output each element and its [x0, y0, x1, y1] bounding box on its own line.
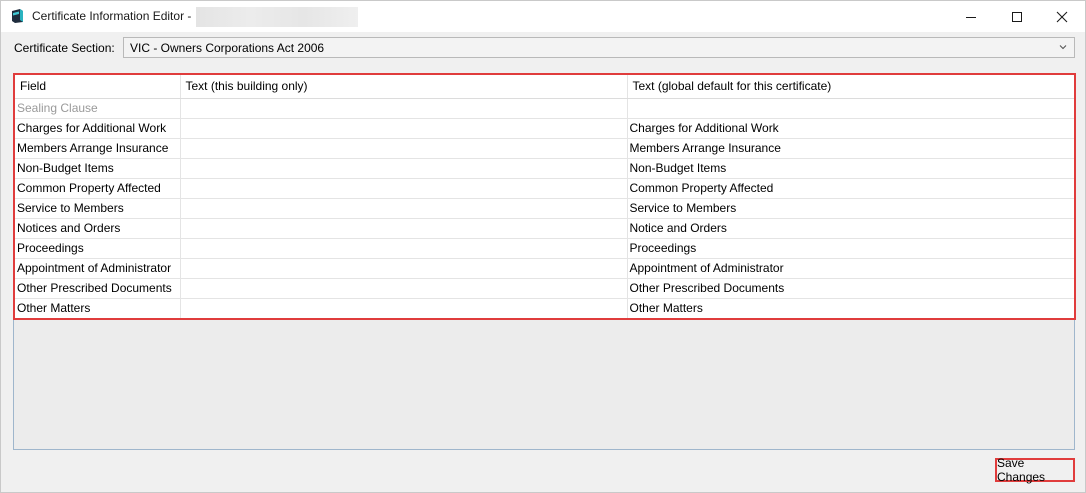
- close-button[interactable]: [1039, 1, 1085, 32]
- column-header-field[interactable]: Field: [15, 75, 181, 99]
- window-title: Certificate Information Editor -: [32, 9, 192, 23]
- redacted-title-part: [196, 7, 358, 27]
- field-cell[interactable]: Common Property Affected: [15, 178, 181, 199]
- building-text-cell[interactable]: [180, 298, 628, 319]
- editor-window: Certificate Information Editor - Certifi…: [0, 0, 1086, 493]
- minimize-icon: [966, 16, 976, 18]
- table-row[interactable]: Members Arrange Insurance Members Arrang…: [15, 138, 1075, 159]
- field-cell[interactable]: Service to Members: [15, 198, 181, 219]
- building-text-cell[interactable]: [180, 218, 628, 239]
- field-cell[interactable]: Other Matters: [15, 298, 181, 319]
- field-cell[interactable]: Members Arrange Insurance: [15, 138, 181, 159]
- building-text-cell[interactable]: [180, 138, 628, 159]
- global-text-cell[interactable]: Charges for Additional Work: [627, 118, 1075, 139]
- building-text-cell[interactable]: [180, 98, 628, 119]
- close-icon: [1056, 11, 1068, 22]
- global-text-cell[interactable]: Non-Budget Items: [627, 158, 1075, 179]
- save-changes-label: Save Changes: [997, 456, 1046, 484]
- building-text-cell[interactable]: [180, 238, 628, 259]
- building-text-cell[interactable]: [180, 178, 628, 199]
- global-text-cell[interactable]: Common Property Affected: [627, 178, 1075, 199]
- field-cell[interactable]: Other Prescribed Documents: [15, 278, 181, 299]
- table-row[interactable]: Charges for Additional Work Charges for …: [15, 118, 1075, 139]
- global-text-cell[interactable]: [627, 98, 1075, 119]
- table-row[interactable]: Proceedings Proceedings: [15, 238, 1075, 259]
- minimize-button[interactable]: [948, 1, 994, 32]
- building-text-cell[interactable]: [180, 258, 628, 279]
- chevron-down-icon: [1059, 45, 1067, 50]
- field-cell[interactable]: Notices and Orders: [15, 218, 181, 239]
- field-cell[interactable]: Charges for Additional Work: [15, 118, 181, 139]
- certificate-section-value: VIC - Owners Corporations Act 2006: [130, 41, 325, 55]
- building-text-cell[interactable]: [180, 198, 628, 219]
- table-row[interactable]: Non-Budget Items Non-Budget Items: [15, 158, 1075, 179]
- field-cell[interactable]: Sealing Clause: [15, 98, 181, 119]
- global-text-cell[interactable]: Appointment of Administrator: [627, 258, 1075, 279]
- table-row[interactable]: Sealing Clause: [15, 98, 1075, 119]
- field-cell[interactable]: Non-Budget Items: [15, 158, 181, 179]
- app-logo-icon: [12, 9, 23, 23]
- global-text-cell[interactable]: Members Arrange Insurance: [627, 138, 1075, 159]
- table-row[interactable]: Notices and Orders Notice and Orders: [15, 218, 1075, 239]
- building-text-cell[interactable]: [180, 118, 628, 139]
- table-row[interactable]: Other Prescribed Documents Other Prescri…: [15, 278, 1075, 299]
- field-cell[interactable]: Proceedings: [15, 238, 181, 259]
- global-text-cell[interactable]: Other Prescribed Documents: [627, 278, 1075, 299]
- grid-header-row: Field Text (this building only) Text (gl…: [15, 75, 1075, 99]
- building-text-cell[interactable]: [180, 278, 628, 299]
- global-text-cell[interactable]: Proceedings: [627, 238, 1075, 259]
- maximize-icon: [1012, 11, 1022, 22]
- certificate-section-label: Certificate Section:: [14, 41, 115, 55]
- global-text-cell[interactable]: Notice and Orders: [627, 218, 1075, 239]
- table-row[interactable]: Service to Members Service to Members: [15, 198, 1075, 219]
- certificate-fields-grid: Field Text (this building only) Text (gl…: [15, 75, 1075, 319]
- maximize-button[interactable]: [994, 1, 1040, 32]
- title-bar[interactable]: Certificate Information Editor -: [1, 1, 1085, 32]
- column-header-building-text[interactable]: Text (this building only): [180, 75, 628, 99]
- save-changes-button[interactable]: Save Changes: [995, 456, 1075, 484]
- building-text-cell[interactable]: [180, 158, 628, 179]
- certificate-section-select[interactable]: VIC - Owners Corporations Act 2006: [123, 37, 1075, 58]
- table-row[interactable]: Common Property Affected Common Property…: [15, 178, 1075, 199]
- table-row[interactable]: Other Matters Other Matters: [15, 298, 1075, 319]
- column-header-global-text[interactable]: Text (global default for this certificat…: [627, 75, 1075, 99]
- field-cell[interactable]: Appointment of Administrator: [15, 258, 181, 279]
- table-row[interactable]: Appointment of Administrator Appointment…: [15, 258, 1075, 279]
- global-text-cell[interactable]: Other Matters: [627, 298, 1075, 319]
- global-text-cell[interactable]: Service to Members: [627, 198, 1075, 219]
